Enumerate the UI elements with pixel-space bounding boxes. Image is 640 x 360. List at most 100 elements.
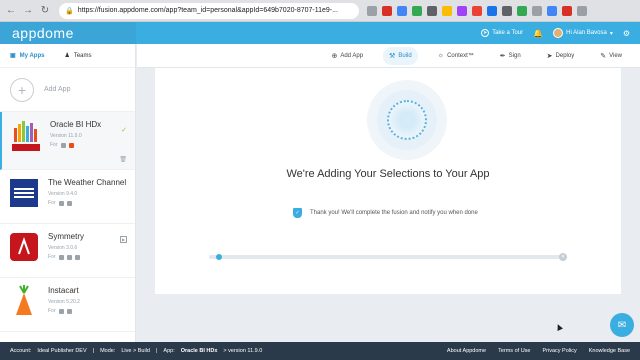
chat-icon: ✉ xyxy=(617,319,627,331)
about-link[interactable]: About Appdome xyxy=(447,348,486,354)
workflow-toolbar: ⊕ Add App ⚒ Build ☼ Context™ ✒ Sign ➤ De… xyxy=(137,44,640,68)
deploy-tab[interactable]: ➤ Deploy xyxy=(541,47,581,65)
app-item-instacart[interactable]: Instacart Version 5.20.2 For xyxy=(0,278,135,332)
knowledge-base-link[interactable]: Knowledge Base xyxy=(589,348,630,354)
app-name: Oracle BI HDx xyxy=(50,120,102,129)
app-name: Symmetry xyxy=(48,232,84,241)
shield-icon: ✓ xyxy=(293,208,302,218)
app-name: Instacart xyxy=(48,286,79,295)
team-icon: ♟ xyxy=(64,53,70,59)
extension-icon[interactable] xyxy=(457,5,467,16)
address-bar[interactable]: 🔒 https://fusion.appdome.com/app?team_id… xyxy=(59,2,359,19)
toolbar-label: Sign xyxy=(508,52,521,59)
app-item-weather[interactable]: The Weather Channel Version 9.4.0 For xyxy=(0,170,135,224)
rocket-icon: ➤ xyxy=(546,52,553,60)
symmetry-app-icon xyxy=(8,228,40,266)
extension-icon[interactable] xyxy=(517,5,527,16)
extension-icon[interactable] xyxy=(472,5,482,16)
avatar xyxy=(553,28,564,38)
add-app-tab[interactable]: ⊕ Add App xyxy=(325,47,369,65)
pen-icon: ✒ xyxy=(499,52,506,60)
extension-icon[interactable] xyxy=(382,5,392,16)
extension-icons xyxy=(367,5,587,16)
extension-icon[interactable] xyxy=(532,5,542,16)
take-tour-button[interactable]: ➤ Take a Tour xyxy=(481,29,523,37)
oracle-app-icon xyxy=(10,116,42,154)
trash-icon[interactable]: 🗑 xyxy=(119,156,127,163)
app-value: Oracle BI HDx xyxy=(180,348,218,354)
feature-icon xyxy=(66,200,72,206)
tab-label: Teams xyxy=(73,52,92,59)
sun-icon: ☼ xyxy=(437,52,445,59)
extension-icon[interactable] xyxy=(427,5,437,16)
profile-icon[interactable] xyxy=(577,5,587,16)
privacy-link[interactable]: Privacy Policy xyxy=(542,348,576,354)
extension-icon[interactable] xyxy=(487,5,497,16)
version-value: > version 11.9.0 xyxy=(223,348,263,354)
main-area: We're Adding Your Selections to Your App… xyxy=(137,68,640,342)
toolbar-label: View xyxy=(609,52,622,59)
notice-text: Thank you! We'll complete the fusion and… xyxy=(310,210,478,216)
feature-icon xyxy=(68,142,74,148)
play-icon[interactable]: ▶ xyxy=(120,236,127,243)
extension-icon[interactable] xyxy=(442,5,452,16)
plus-circle-icon: ⊕ xyxy=(331,52,338,60)
reload-icon[interactable]: ↻ xyxy=(38,4,52,18)
mode-value: Live > Build xyxy=(121,348,150,354)
gear-icon[interactable]: ⚙ xyxy=(623,29,630,38)
app-platforms: For xyxy=(48,200,127,206)
forward-icon[interactable]: → xyxy=(21,4,35,18)
tab-label: My Apps xyxy=(19,52,45,59)
appdome-logo[interactable]: appdome xyxy=(0,22,136,44)
take-tour-label: Take a Tour xyxy=(492,30,524,36)
build-icon: ⚒ xyxy=(389,52,396,60)
instacart-app-icon xyxy=(8,282,40,320)
feature-icon xyxy=(74,254,80,260)
plus-icon: + xyxy=(10,77,34,102)
star-icon[interactable] xyxy=(367,5,377,16)
app-item-symmetry[interactable]: Symmetry Version 3.0.6 For ▶ xyxy=(0,224,135,278)
terms-link[interactable]: Terms of Use xyxy=(498,348,530,354)
tab-my-apps[interactable]: ▣ My Apps xyxy=(0,44,54,68)
extension-icon[interactable] xyxy=(412,5,422,16)
app-header: appdome ➤ Take a Tour 🔔 Hi Alan Bavosa ▾… xyxy=(0,22,640,44)
app-version: Version 3.0.6 xyxy=(48,245,78,251)
extension-icon[interactable] xyxy=(502,5,512,16)
app-platforms: For xyxy=(48,254,127,260)
user-menu[interactable]: Hi Alan Bavosa ▾ xyxy=(553,28,613,38)
chat-button[interactable]: ✉ xyxy=(610,313,634,337)
toolbar-label: Deploy xyxy=(555,52,575,59)
chevron-down-icon: ▾ xyxy=(609,30,613,37)
app-platforms: For xyxy=(50,142,127,148)
app-version: Version 11.9.0 xyxy=(50,133,82,139)
feature-icon xyxy=(66,254,72,260)
status-bar: Account: Ideal Publisher DEV | Mode: Liv… xyxy=(0,342,640,360)
extension-icon[interactable] xyxy=(547,5,557,16)
for-label: For xyxy=(50,142,58,148)
extension-icon[interactable] xyxy=(397,5,407,16)
sign-tab[interactable]: ✒ Sign xyxy=(494,47,527,65)
fusion-animation-icon xyxy=(367,80,447,160)
app-item-oracle[interactable]: Oracle BI HDx Version 11.9.0 For ✓ 🗑 xyxy=(0,112,135,170)
apple-icon xyxy=(58,200,64,206)
for-label: For xyxy=(48,308,56,314)
back-icon[interactable]: ← xyxy=(4,4,18,18)
tab-teams[interactable]: ♟ Teams xyxy=(54,44,101,68)
build-tab[interactable]: ⚒ Build xyxy=(383,46,418,65)
toolbar-label: Build xyxy=(398,52,412,59)
account-label: Account: xyxy=(10,348,32,354)
context-tab[interactable]: ☼ Context™ xyxy=(432,47,480,65)
for-label: For xyxy=(48,200,56,206)
close-icon[interactable]: ✕ xyxy=(559,253,567,261)
add-app-button[interactable]: + Add App xyxy=(0,68,135,112)
compass-icon: ➤ xyxy=(481,29,490,37)
app-platforms: For xyxy=(48,308,127,314)
weather-app-icon xyxy=(8,174,40,212)
bell-icon[interactable]: 🔔 xyxy=(533,29,543,38)
toolbar-label: Context™ xyxy=(447,52,474,59)
extension-icon[interactable] xyxy=(562,5,572,16)
app-label: App: xyxy=(163,348,175,354)
view-tab[interactable]: ✎ View xyxy=(594,47,628,65)
account-value: Ideal Publisher DEV xyxy=(37,348,87,354)
user-name: Hi Alan Bavosa xyxy=(566,30,607,36)
